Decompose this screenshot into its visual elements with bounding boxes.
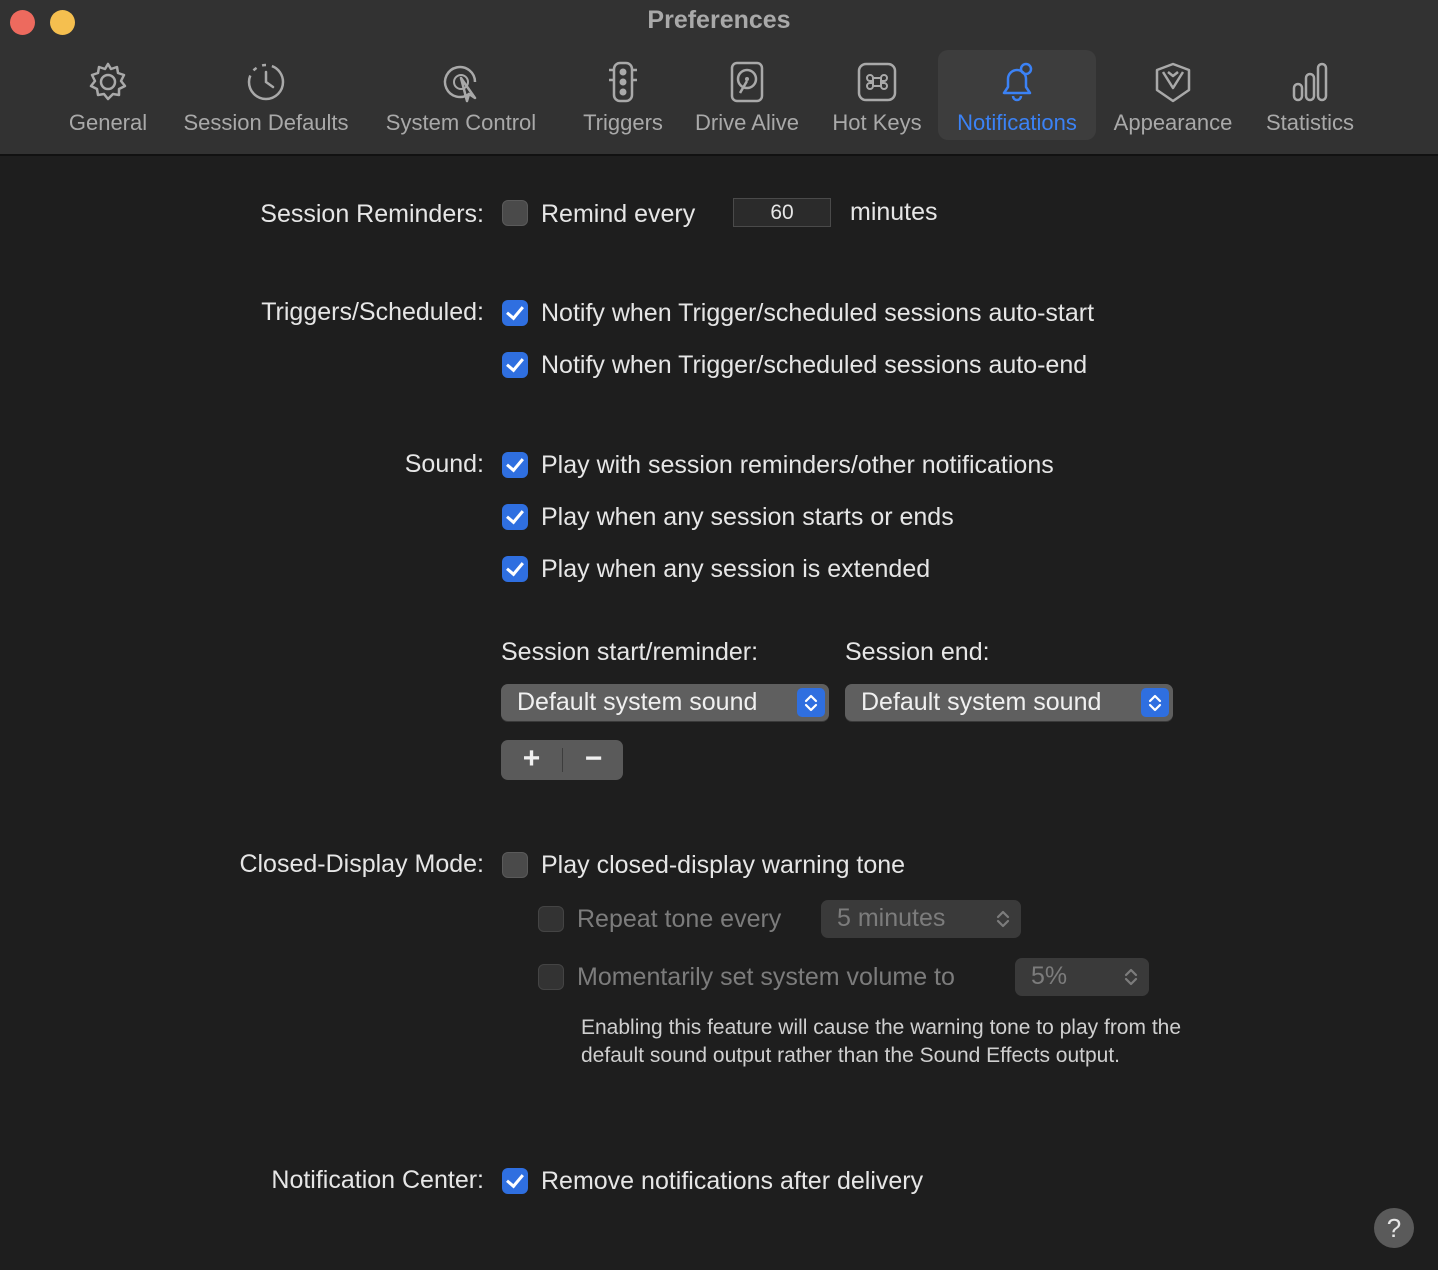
tab-notifications[interactable]: Notifications — [938, 50, 1096, 140]
warning-tone-label: Play closed-display warning tone — [541, 851, 906, 879]
tab-statistics[interactable]: Statistics — [1254, 50, 1366, 140]
gear-icon — [89, 62, 127, 101]
clock-dashed-icon — [247, 63, 285, 101]
play-start-end-label: Play when any session starts or ends — [541, 503, 954, 531]
select-value: Default system sound — [517, 688, 758, 716]
notify-auto-start-checkbox[interactable] — [502, 300, 528, 326]
notify-auto-start-label: Notify when Trigger/scheduled sessions a… — [541, 299, 1095, 327]
session-reminders-label: Session Reminders: — [260, 200, 484, 228]
remove-after-delivery-label: Remove notifications after delivery — [541, 1167, 924, 1195]
play-with-reminders-label: Play with session reminders/other notifi… — [541, 451, 1054, 479]
remind-every-checkbox[interactable] — [502, 200, 528, 226]
add-sound-button[interactable]: + — [501, 740, 562, 780]
remove-after-delivery-checkbox[interactable] — [502, 1168, 528, 1194]
minutes-label: minutes — [850, 198, 938, 226]
play-extended-label: Play when any session is extended — [541, 555, 931, 583]
session-end-sound-select[interactable]: Default system sound — [845, 684, 1173, 721]
tab-label: General — [68, 110, 148, 135]
volume-note: Enabling this feature will cause the war… — [581, 1016, 1182, 1067]
tab-label: Notifications — [957, 110, 1077, 135]
notify-auto-end-label: Notify when Trigger/scheduled sessions a… — [541, 351, 1088, 379]
tab-label: Triggers — [583, 110, 663, 135]
tab-label: Appearance — [1113, 110, 1233, 135]
notification-center-label: Notification Center: — [271, 1166, 484, 1194]
select-arrows-icon — [797, 688, 825, 717]
tab-session-defaults[interactable]: Session Defaults — [170, 50, 362, 140]
tab-label: System Control — [385, 110, 537, 135]
tab-general[interactable]: General — [58, 50, 158, 140]
set-volume-checkbox[interactable] — [538, 964, 564, 990]
repeat-tone-checkbox[interactable] — [538, 906, 564, 932]
tuxedo-icon — [1155, 62, 1191, 103]
tab-triggers[interactable]: Triggers — [572, 50, 674, 140]
sound-add-remove-control: + − — [501, 740, 623, 780]
window-title: Preferences — [647, 6, 791, 34]
play-start-end-checkbox[interactable] — [502, 504, 528, 530]
session-start-sound-label: Session start/reminder: — [501, 638, 759, 666]
tab-system-control[interactable]: System Control — [372, 50, 550, 140]
session-end-sound-label: Session end: — [845, 638, 990, 666]
tab-drive-alive[interactable]: Drive Alive — [684, 50, 810, 140]
play-extended-checkbox[interactable] — [502, 556, 528, 582]
select-value: 5% — [1031, 962, 1068, 990]
notify-auto-end-checkbox[interactable] — [502, 352, 528, 378]
help-button[interactable]: ? — [1374, 1208, 1414, 1248]
tab-label: Statistics — [1265, 110, 1355, 135]
play-with-reminders-checkbox[interactable] — [502, 452, 528, 478]
warning-tone-checkbox[interactable] — [502, 852, 528, 878]
bar-chart-icon — [1292, 62, 1328, 102]
triggers-scheduled-label: Triggers/Scheduled: — [261, 298, 484, 326]
tab-label: Drive Alive — [695, 110, 799, 135]
closed-display-mode-label: Closed-Display Mode: — [239, 850, 484, 878]
select-value: 5 minutes — [837, 904, 946, 932]
repeat-interval-select[interactable]: 5 minutes — [821, 900, 1021, 937]
select-arrows-icon — [1117, 962, 1145, 991]
tab-label: Session Defaults — [183, 110, 349, 135]
command-key-icon — [857, 62, 897, 102]
tab-hot-keys[interactable]: Hot Keys — [822, 50, 932, 140]
select-value: Default system sound — [861, 688, 1102, 716]
hard-drive-icon — [730, 61, 764, 103]
tab-label: Hot Keys — [832, 110, 922, 135]
session-start-sound-select[interactable]: Default system sound — [501, 684, 829, 721]
sound-label: Sound: — [404, 450, 484, 478]
select-arrows-icon — [989, 904, 1017, 933]
repeat-tone-label: Repeat tone every — [577, 905, 782, 933]
volume-level-select[interactable]: 5% — [1015, 958, 1149, 995]
remove-sound-button[interactable]: − — [563, 740, 624, 780]
bell-icon — [1002, 62, 1033, 102]
tab-appearance[interactable]: Appearance — [1104, 50, 1242, 140]
toolbar: Preferences General Session Defaults Sys… — [0, 0, 1438, 156]
traffic-light-icon — [609, 61, 637, 103]
set-volume-label: Momentarily set system volume to — [577, 963, 955, 991]
remind-every-label: Remind every — [541, 200, 696, 228]
select-arrows-icon — [1141, 688, 1169, 717]
remind-interval-input[interactable]: 60 — [733, 198, 831, 227]
cursor-click-icon — [443, 65, 477, 103]
